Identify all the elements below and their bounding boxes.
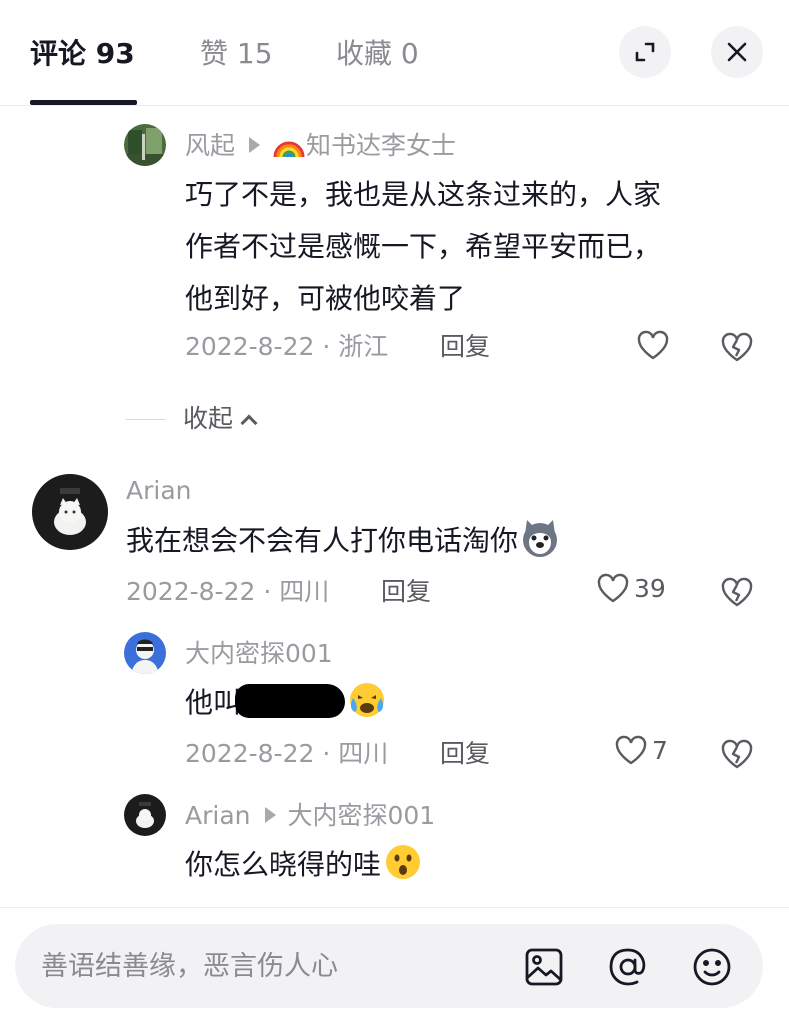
comment-text: 我在想会不会有人打你电话淘你 xyxy=(126,515,560,567)
rainbow-icon xyxy=(273,141,305,158)
reply-arrow-icon xyxy=(264,807,276,823)
reply-arrow-icon xyxy=(249,137,261,153)
broken-heart-icon xyxy=(721,577,753,607)
redaction-mark xyxy=(235,684,346,718)
crying-face-emoji xyxy=(350,683,385,717)
comment-meta: 2022-8-22 · 四川 xyxy=(185,739,389,768)
husky-face-emoji xyxy=(523,520,558,557)
reply-button[interactable]: 回复 xyxy=(440,329,490,365)
comment-author[interactable]: 风起 知书达李女士 xyxy=(185,129,456,163)
author-name[interactable]: Arian xyxy=(126,474,192,508)
dislike-button[interactable] xyxy=(720,331,754,363)
tab-likes[interactable]: 赞 15 xyxy=(200,34,273,74)
broken-heart-icon xyxy=(721,332,753,362)
avatar[interactable] xyxy=(124,124,166,166)
comment-text: 他叫 xyxy=(185,677,387,729)
like-count: 7 xyxy=(652,735,668,765)
image-button[interactable] xyxy=(523,946,565,988)
comment-meta: 2022-8-22 · 四川 xyxy=(126,577,330,606)
collapse-divider xyxy=(126,419,166,420)
comment-input[interactable]: 善语结善缘，恶言伤人心 xyxy=(15,924,763,1008)
avatar[interactable] xyxy=(124,794,166,836)
tab-comments[interactable]: 评论 93 xyxy=(30,34,135,74)
avatar[interactable] xyxy=(124,632,166,674)
reply-to-name[interactable]: 知书达李女士 xyxy=(306,131,456,160)
author-name[interactable]: 风起 xyxy=(185,131,235,160)
like-button[interactable] xyxy=(636,329,670,369)
comment-text: 巧了不是，我也是从这条过来的，人家 作者不过是感慨一下，希望平安而已， 他到好，… xyxy=(185,178,662,315)
avatar[interactable] xyxy=(32,474,108,550)
comment-header: 评论 93 赞 15 收藏 0 xyxy=(0,0,789,106)
like-button[interactable]: 7 xyxy=(614,734,668,774)
at-icon xyxy=(609,948,646,986)
comment-input-placeholder: 善语结善缘，恶言伤人心 xyxy=(41,951,338,982)
expand-button[interactable] xyxy=(619,26,671,78)
comment-text-content: 他叫 xyxy=(185,686,242,719)
comment-input-bar: 善语结善缘，恶言伤人心 xyxy=(0,907,789,1024)
heart-icon xyxy=(597,573,629,603)
surprised-face-emoji xyxy=(386,845,421,879)
heart-icon xyxy=(615,735,647,765)
chevron-up-icon xyxy=(240,414,258,432)
close-icon xyxy=(727,42,747,62)
tab-favorites[interactable]: 收藏 0 xyxy=(336,34,419,74)
close-button[interactable] xyxy=(711,26,763,78)
heart-icon xyxy=(637,330,669,360)
author-name[interactable]: 大内密探001 xyxy=(185,637,333,671)
reply-button[interactable]: 回复 xyxy=(440,736,490,772)
comment-panel: 评论 93 赞 15 收藏 0 风起 知书达李女士 巧了不是，我也是从这条过来的，… xyxy=(0,0,789,1024)
broken-heart-icon xyxy=(721,739,753,769)
reply-button[interactable]: 回复 xyxy=(381,574,431,610)
dislike-button[interactable] xyxy=(720,738,754,770)
active-tab-indicator xyxy=(30,100,137,105)
reply-to-name[interactable]: 大内密探001 xyxy=(288,801,436,830)
dislike-button[interactable] xyxy=(720,576,754,608)
expand-icon xyxy=(635,42,655,62)
image-icon xyxy=(525,948,563,986)
like-button[interactable]: 39 xyxy=(596,572,666,612)
comment-text: 你怎么晓得的哇 xyxy=(185,839,423,891)
collapse-label: 收起 xyxy=(183,404,234,433)
comment-list[interactable]: 风起 知书达李女士 巧了不是，我也是从这条过来的，人家 作者不过是感慨一下，希望平… xyxy=(0,107,789,907)
comment-text-content: 我在想会不会有人打你电话淘你 xyxy=(126,524,519,557)
collapse-replies-button[interactable]: 收起 xyxy=(183,401,258,437)
mention-button[interactable] xyxy=(607,946,649,988)
comment-text-content: 你怎么晓得的哇 xyxy=(185,848,382,881)
comment-meta: 2022-8-22 · 浙江 xyxy=(185,332,389,361)
emoji-icon xyxy=(693,948,731,986)
comment-author[interactable]: Arian 大内密探001 xyxy=(185,799,435,833)
like-count: 39 xyxy=(634,573,666,603)
emoji-button[interactable] xyxy=(691,946,733,988)
author-name[interactable]: Arian xyxy=(185,801,251,830)
